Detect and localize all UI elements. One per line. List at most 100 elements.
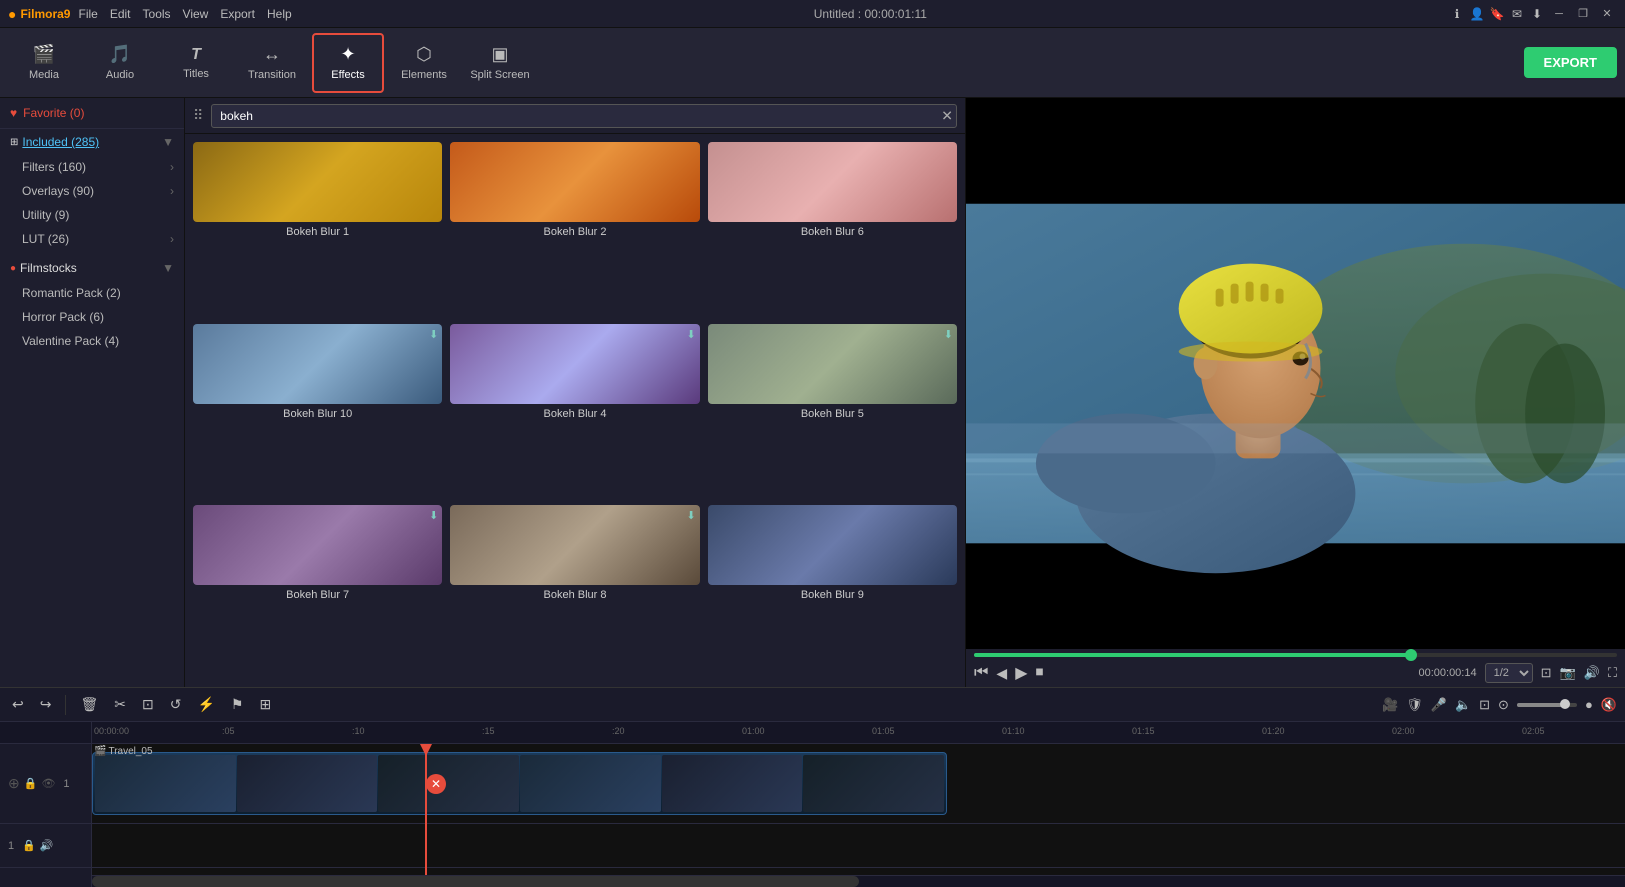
included-section[interactable]: ⊞ Included (285) ▼ [0,129,184,155]
timeline-scrollbar-inner[interactable] [92,876,859,887]
tl-mute-icon[interactable]: 🔇 [1601,697,1617,713]
minimize-button[interactable]: ─ [1549,4,1569,24]
volume-handle[interactable] [1560,699,1570,709]
tl-marker-button[interactable]: ⚑ [227,694,248,715]
tl-undo2-button[interactable]: ↺ [166,694,186,715]
effect-bokeh-r3[interactable]: Bokeh Blur 9 [708,505,957,679]
download-icon[interactable]: ⬇ [1529,6,1545,22]
tl-speed-button[interactable]: ⚡ [193,694,218,715]
preview-volume-icon[interactable]: 🔊 [1584,665,1600,681]
tl-pip-icon[interactable]: ⊡ [1479,697,1490,713]
audio-track-number: 1 [8,840,14,852]
effect-bokeh-r1[interactable]: ⬇ Bokeh Blur 7 [193,505,442,679]
effect-bokeh-blur-1[interactable]: Bokeh Blur 1 [193,142,442,316]
menu-tools[interactable]: Tools [143,7,171,21]
toolbar-effects[interactable]: ✦ Effects [312,33,384,93]
titlebar-menu: File Edit Tools View Export Help [78,7,291,21]
effect-label-bokeh2: Bokeh Blur 2 [450,226,699,238]
valentine-pack-item[interactable]: Valentine Pack (4) [0,329,184,353]
effect-bokeh-blur-5[interactable]: ⬇ Bokeh Blur 5 [708,324,957,498]
effect-bokeh-blur-6[interactable]: Bokeh Blur 6 [708,142,957,316]
favorite-section[interactable]: ♥ Favorite (0) [0,98,184,129]
tl-divider-1 [65,695,66,715]
close-button[interactable]: ✕ [1597,4,1617,24]
filters-label: Filters (160) [22,160,86,174]
info-icon[interactable]: ℹ [1449,6,1465,22]
tl-delete-button[interactable]: 🗑 [76,694,102,715]
effects-grid: Bokeh Blur 1 Bokeh Blur 2 Bokeh Blur 6 ⬇… [185,134,965,687]
restore-button[interactable]: ❐ [1573,4,1593,24]
filmstocks-section[interactable]: ● Filmstocks ▼ [0,255,184,281]
toolbar-media[interactable]: 🎬 Media [8,33,80,93]
preview-quality-select[interactable]: 1/2 1/4 Full [1485,663,1533,683]
effect-label-bokehr1: Bokeh Blur 7 [193,589,442,601]
preview-fit-icon[interactable]: ⊡ [1541,665,1552,681]
search-clear-button[interactable]: ✕ [941,107,953,124]
menu-export[interactable]: Export [220,7,255,21]
tl-freeze-icon[interactable]: ⊙ [1498,697,1509,713]
effect-label-bokehr2: Bokeh Blur 8 [450,589,699,601]
search-input[interactable] [211,104,957,128]
video-clip-top-label: 🎬 Travel_05 [94,746,153,757]
horror-pack-item[interactable]: Horror Pack (6) [0,305,184,329]
bookmark-icon[interactable]: 🔖 [1489,6,1505,22]
video-clip[interactable]: 🎬 Travel_05 ✕ [92,752,947,815]
toolbar-split-screen[interactable]: ▣ Split Screen [464,33,536,93]
lock-video-icon[interactable]: 🔒 [24,777,38,790]
effect-bokeh-blur-2[interactable]: Bokeh Blur 2 [450,142,699,316]
play-button[interactable]: ▶ [1015,663,1027,683]
timeline-volume-slider[interactable] [1517,703,1577,707]
timeline-tracks-header: ⊕ 🔒 👁 1 1 🔒 🔊 [0,722,92,887]
tl-cut-button[interactable]: ✂ [110,694,130,715]
tl-crop-button[interactable]: ⊡ [138,694,158,715]
ruler-mark-1m: 01:00 [742,726,765,736]
menu-file[interactable]: File [78,7,97,21]
grid-dots-icon[interactable]: ⠿ [193,107,203,124]
tl-undo-button[interactable]: ↩ [8,694,28,715]
effect-bokeh-blur-4[interactable]: ⬇ Bokeh Blur 4 [450,324,699,498]
add-video-track-icon[interactable]: ⊕ [8,775,20,792]
clip-thumbnails [93,753,946,814]
lut-item[interactable]: LUT (26) › [0,227,184,251]
hide-video-icon[interactable]: 👁 [41,777,55,790]
stop-button[interactable]: ⏹ [1036,664,1044,682]
user-icon[interactable]: 👤 [1469,6,1485,22]
tl-split-button[interactable]: ⊞ [255,694,275,715]
menu-help[interactable]: Help [267,7,292,21]
effect-bokeh-r2[interactable]: ⬇ Bokeh Blur 8 [450,505,699,679]
tl-redo-button[interactable]: ↪ [36,694,56,715]
preview-snapshot-icon[interactable]: 📷 [1560,665,1576,681]
tl-camera-icon[interactable]: 🎥 [1382,697,1398,713]
effect-label-bokehr3: Bokeh Blur 9 [708,589,957,601]
overlays-item[interactable]: Overlays (90) › [0,179,184,203]
ruler-mark-1m15: 01:15 [1132,726,1155,736]
clip-delete-button[interactable]: ✕ [426,774,446,794]
toolbar-elements[interactable]: ⬡ Elements [388,33,460,93]
preview-progress-handle[interactable] [1405,649,1417,661]
toolbar-audio[interactable]: 🎵 Audio [84,33,156,93]
timeline-scrollbar[interactable] [92,875,1625,887]
toolbar-transition[interactable]: ↔ Transition [236,33,308,93]
romantic-pack-item[interactable]: Romantic Pack (2) [0,281,184,305]
lut-label: LUT (26) [22,232,69,246]
tl-mic-icon[interactable]: 🎤 [1431,697,1447,713]
preview-progress-bar[interactable] [974,653,1617,657]
ruler-mark-1m5: 01:05 [872,726,895,736]
step-back-button[interactable]: ◀ [996,665,1007,682]
media-icon: 🎬 [33,44,55,65]
rewind-button[interactable]: ⏮ [974,664,988,682]
utility-item[interactable]: Utility (9) [0,203,184,227]
effect-bokeh-blur-10[interactable]: ⬇ Bokeh Blur 10 [193,324,442,498]
audio-level-icon[interactable]: 🔊 [40,839,54,852]
ruler-mark-2m: 02:00 [1392,726,1415,736]
lock-audio-icon[interactable]: 🔒 [22,839,36,852]
menu-edit[interactable]: Edit [110,7,131,21]
toolbar-titles[interactable]: T Titles [160,33,232,93]
filters-item[interactable]: Filters (160) › [0,155,184,179]
mail-icon[interactable]: ✉ [1509,6,1525,22]
preview-fullscreen-icon[interactable]: ⛶ [1608,665,1617,681]
tl-voice-icon[interactable]: 🔈 [1455,697,1471,713]
menu-view[interactable]: View [183,7,209,21]
export-button[interactable]: EXPORT [1524,47,1617,78]
tl-shield-icon[interactable]: 🛡 [1406,697,1423,713]
